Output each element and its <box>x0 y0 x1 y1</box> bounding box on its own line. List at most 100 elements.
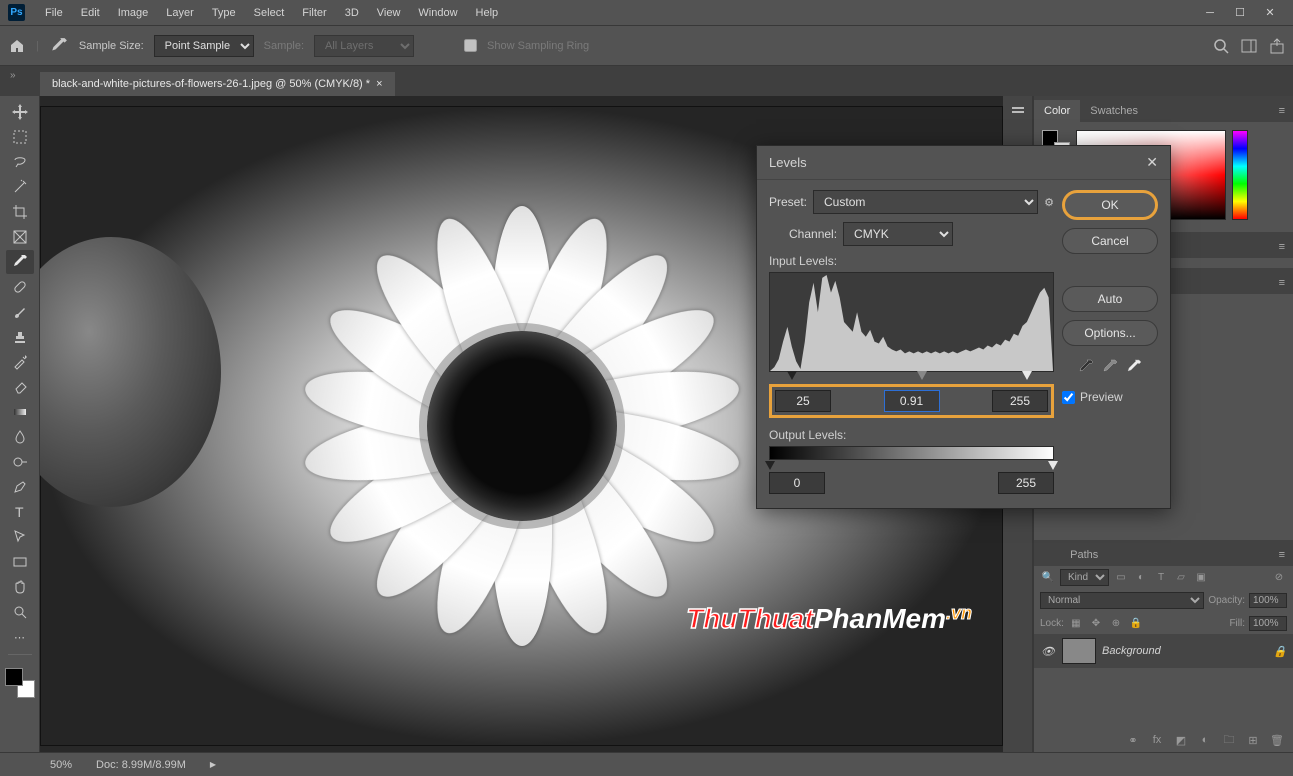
filter-pixel-icon[interactable]: ▭ <box>1113 570 1129 586</box>
output-white-field[interactable] <box>998 472 1054 494</box>
sample-size-select[interactable]: Point Sample <box>154 35 254 57</box>
search-icon[interactable] <box>1213 38 1229 54</box>
color-panel-menu-icon[interactable]: ≡ <box>1269 100 1293 122</box>
layer-background[interactable]: 👁 Background 🔒 <box>1034 634 1293 668</box>
properties-panel-menu-icon[interactable]: ≡ <box>1269 272 1293 294</box>
minimize-button[interactable]: ─ <box>1195 3 1225 23</box>
type-tool[interactable]: T <box>6 500 34 524</box>
layer-lock-icon[interactable]: 🔒 <box>1273 645 1287 658</box>
adjustments-panel-menu-icon[interactable]: ≡ <box>1269 236 1293 258</box>
layer-filter-search-icon[interactable]: 🔍 <box>1040 570 1056 586</box>
output-black-field[interactable] <box>769 472 825 494</box>
toolbar-expand-icon[interactable]: » <box>10 70 16 81</box>
ok-button[interactable]: OK <box>1062 190 1158 220</box>
hand-tool[interactable] <box>6 575 34 599</box>
menu-help[interactable]: Help <box>468 3 507 23</box>
options-button[interactable]: Options... <box>1062 320 1158 346</box>
rectangle-tool[interactable] <box>6 550 34 574</box>
layer-style-icon[interactable]: fx <box>1149 732 1165 748</box>
filter-toggle[interactable]: ⊘ <box>1271 570 1287 586</box>
new-layer-icon[interactable]: ⊞ <box>1245 732 1261 748</box>
workspace-icon[interactable] <box>1241 38 1257 54</box>
preview-checkbox[interactable] <box>1062 391 1075 404</box>
dodge-tool[interactable] <box>6 450 34 474</box>
edit-toolbar[interactable]: ⋯ <box>6 625 34 649</box>
menu-view[interactable]: View <box>369 3 409 23</box>
menu-file[interactable]: File <box>37 3 71 23</box>
filter-type-icon[interactable]: T <box>1153 570 1169 586</box>
panel-icon-history[interactable] <box>1010 102 1026 118</box>
path-select-tool[interactable] <box>6 525 34 549</box>
foreground-color[interactable] <box>5 668 23 686</box>
stamp-tool[interactable] <box>6 325 34 349</box>
adjustment-layer-icon[interactable]: ◐ <box>1197 732 1213 748</box>
lock-pixels-icon[interactable]: ▦ <box>1068 615 1084 631</box>
white-point-slider[interactable] <box>1022 371 1032 380</box>
histogram[interactable] <box>769 272 1054 372</box>
output-white-slider[interactable] <box>1048 461 1058 470</box>
status-doc[interactable]: Doc: 8.99M/8.99M <box>96 759 186 771</box>
input-black-field[interactable] <box>775 390 831 412</box>
eyedropper-tool-icon[interactable] <box>49 36 69 56</box>
menu-3d[interactable]: 3D <box>337 3 367 23</box>
fill-value[interactable] <box>1249 616 1287 631</box>
lasso-tool[interactable] <box>6 150 34 174</box>
output-slider-track[interactable] <box>769 460 1054 470</box>
opacity-value[interactable] <box>1249 593 1287 608</box>
zoom-tool[interactable] <box>6 600 34 624</box>
input-white-field[interactable] <box>992 390 1048 412</box>
layer-mask-icon[interactable]: ◩ <box>1173 732 1189 748</box>
output-gradient[interactable] <box>769 446 1054 460</box>
delete-layer-icon[interactable]: 🗑 <box>1269 732 1285 748</box>
color-tab[interactable]: Color <box>1034 100 1080 122</box>
menu-select[interactable]: Select <box>246 3 293 23</box>
maximize-button[interactable]: ☐ <box>1225 3 1255 23</box>
lock-position-icon[interactable]: ✥ <box>1088 615 1104 631</box>
visibility-icon[interactable]: 👁 <box>1040 643 1056 659</box>
paths-tab[interactable]: Paths <box>1060 544 1108 566</box>
filter-shape-icon[interactable]: ▱ <box>1173 570 1189 586</box>
output-black-slider[interactable] <box>765 461 775 470</box>
hue-slider[interactable] <box>1232 130 1248 220</box>
close-button[interactable]: ✕ <box>1255 3 1285 23</box>
eraser-tool[interactable] <box>6 375 34 399</box>
lock-all-icon[interactable]: 🔒 <box>1128 615 1144 631</box>
menu-filter[interactable]: Filter <box>294 3 334 23</box>
foreground-background-colors[interactable] <box>5 668 35 698</box>
gray-eyedropper-icon[interactable] <box>1101 358 1119 376</box>
pen-tool[interactable] <box>6 475 34 499</box>
black-eyedropper-icon[interactable] <box>1077 358 1095 376</box>
layers-panel-menu-icon[interactable]: ≡ <box>1269 544 1293 566</box>
cancel-button[interactable]: Cancel <box>1062 228 1158 254</box>
wand-tool[interactable] <box>6 175 34 199</box>
preset-select[interactable]: Custom <box>813 190 1038 214</box>
document-tab[interactable]: black-and-white-pictures-of-flowers-26-1… <box>40 72 395 96</box>
menu-window[interactable]: Window <box>410 3 465 23</box>
crop-tool[interactable] <box>6 200 34 224</box>
home-icon[interactable] <box>8 37 26 55</box>
channel-select[interactable]: CMYK <box>843 222 953 246</box>
document-tab-close-icon[interactable]: × <box>376 78 382 90</box>
blur-tool[interactable] <box>6 425 34 449</box>
dialog-close-icon[interactable]: ✕ <box>1146 154 1158 171</box>
blend-mode-select[interactable]: Normal <box>1040 592 1204 609</box>
menu-edit[interactable]: Edit <box>73 3 108 23</box>
eyedropper-tool[interactable] <box>6 250 34 274</box>
input-mid-field[interactable] <box>884 390 940 412</box>
move-tool[interactable] <box>6 100 34 124</box>
history-brush-tool[interactable] <box>6 350 34 374</box>
input-slider-track[interactable] <box>769 370 1054 382</box>
link-layers-icon[interactable]: ⚭ <box>1125 732 1141 748</box>
auto-button[interactable]: Auto <box>1062 286 1158 312</box>
layer-thumbnail[interactable] <box>1062 638 1096 664</box>
menu-image[interactable]: Image <box>110 3 157 23</box>
marquee-tool[interactable] <box>6 125 34 149</box>
frame-tool[interactable] <box>6 225 34 249</box>
menu-type[interactable]: Type <box>204 3 244 23</box>
group-icon[interactable]: 🗀 <box>1221 732 1237 748</box>
brush-tool[interactable] <box>6 300 34 324</box>
filter-smart-icon[interactable]: ▣ <box>1193 570 1209 586</box>
healing-tool[interactable] <box>6 275 34 299</box>
preset-gear-icon[interactable]: ⚙ <box>1044 196 1054 209</box>
status-zoom[interactable]: 50% <box>50 759 72 771</box>
